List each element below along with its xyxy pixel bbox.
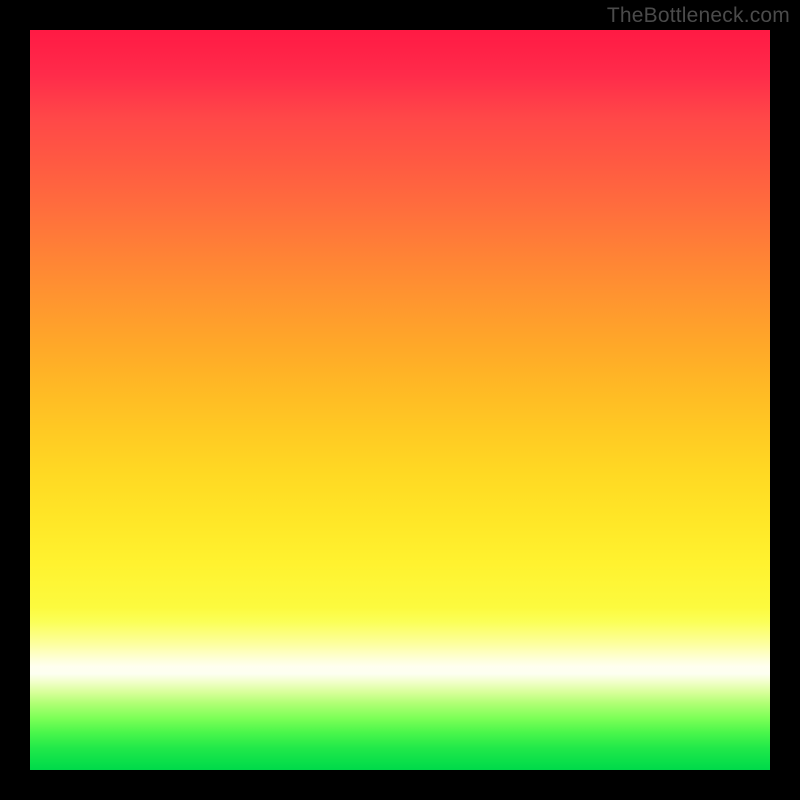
- watermark-text: TheBottleneck.com: [607, 4, 790, 28]
- plot-area: [30, 30, 770, 770]
- background-gradient: [30, 30, 770, 770]
- chart-frame: TheBottleneck.com: [0, 0, 800, 800]
